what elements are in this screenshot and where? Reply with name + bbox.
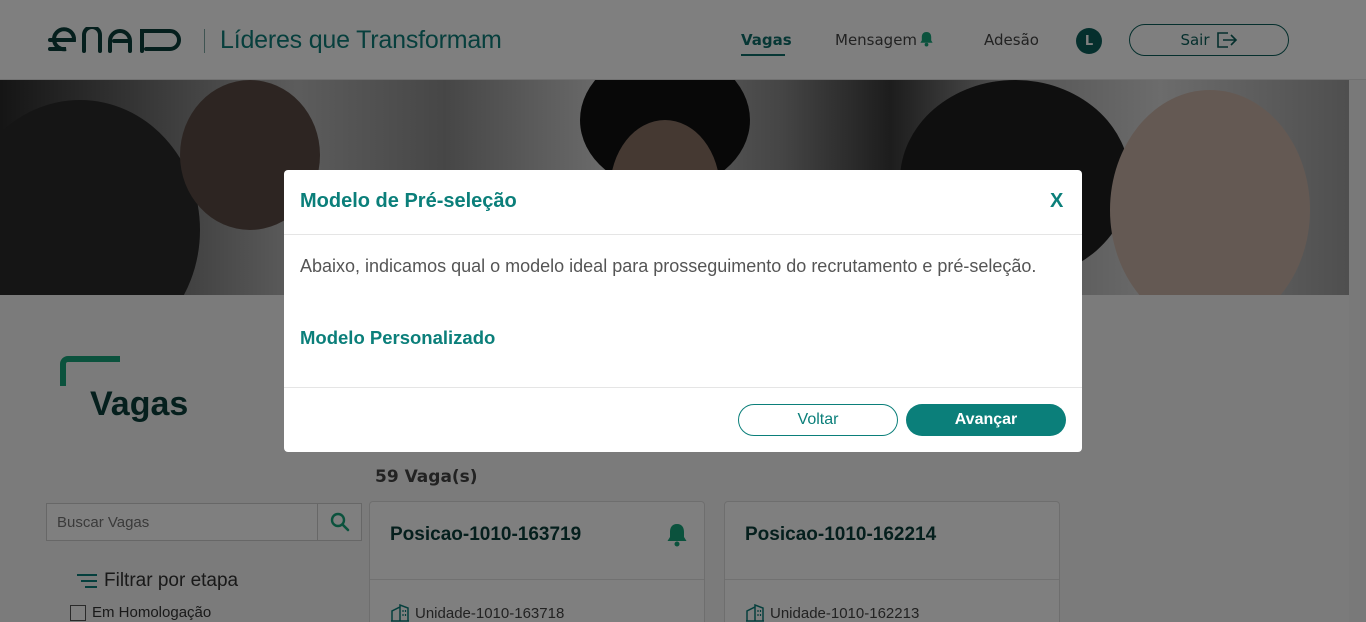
recommended-model: Modelo Personalizado — [300, 327, 496, 348]
modal-title: Modelo de Pré-seleção — [300, 190, 517, 212]
close-icon[interactable]: X — [1050, 190, 1063, 213]
modal-description: Abaixo, indicamos qual o modelo ideal pa… — [300, 256, 1037, 276]
modal-footer-divider — [284, 387, 1082, 388]
modal-header: Modelo de Pré-seleção X — [284, 170, 1082, 235]
back-button[interactable]: Voltar — [738, 404, 898, 436]
next-button[interactable]: Avançar — [906, 404, 1066, 436]
preselection-modal: Modelo de Pré-seleção X Abaixo, indicamo… — [284, 170, 1082, 452]
